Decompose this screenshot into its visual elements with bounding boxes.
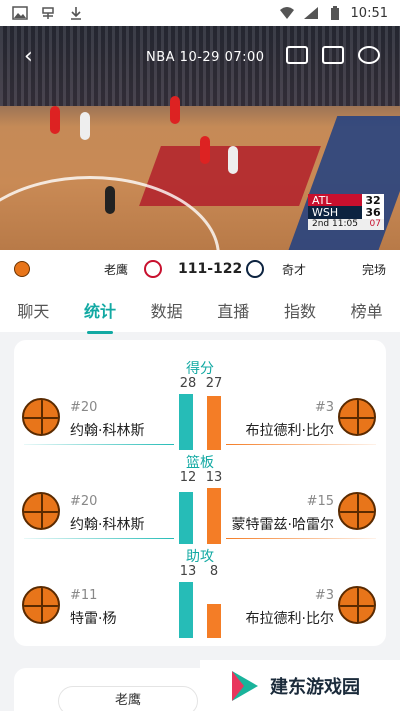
home-player-name[interactable]: 约翰·科林斯 <box>70 514 144 534</box>
player-avatar[interactable] <box>338 492 376 530</box>
player-avatar[interactable] <box>338 398 376 436</box>
video-player-figure <box>170 96 180 124</box>
tab-chat[interactable]: 聊天 <box>13 292 53 328</box>
share-icon[interactable] <box>358 46 380 64</box>
app-icon <box>42 7 54 19</box>
back-icon[interactable]: ‹ <box>24 44 33 69</box>
match-summary: 老鹰 111-122 奇才 完场 <box>0 250 400 288</box>
video-toolbar <box>286 46 380 64</box>
match-status: 完场 <box>361 262 386 277</box>
home-stat-bar <box>179 492 193 544</box>
match-score: 111-122 <box>178 261 243 277</box>
video-player-figure <box>105 186 115 214</box>
home-stat-bar <box>179 394 193 450</box>
home-stat-bar <box>179 582 193 638</box>
video-title: NBA 10-29 07:00 <box>146 50 265 65</box>
video-player-figure <box>80 112 90 140</box>
status-time: 10:51 <box>350 5 388 21</box>
stat-section-rebounds: 篮板 12 13 #20 约翰·科林斯 #15 蒙特雷兹·哈雷尔 <box>14 452 386 546</box>
home-team-name[interactable]: 老鹰 <box>104 261 128 278</box>
stat-title: 助攻 <box>186 549 214 565</box>
video-player-figure <box>50 106 60 134</box>
divider <box>24 538 174 539</box>
away-stat-value: 27 <box>205 376 223 391</box>
team-pill[interactable]: 老鹰 <box>58 686 198 711</box>
basketball-icon <box>14 261 30 277</box>
home-stat-value: 12 <box>179 470 197 485</box>
stat-section-points: 得分 28 27 #20 约翰·科林斯 #3 布拉德利·比尔 <box>14 358 386 452</box>
divider <box>226 444 376 445</box>
video-player-figure <box>200 136 210 164</box>
video-crowd <box>0 26 400 106</box>
stat-title: 篮板 <box>186 455 214 471</box>
status-bar: 10:51 <box>0 0 400 26</box>
tab-bar: 聊天 统计 数据 直播 指数 榜单 <box>0 288 400 334</box>
pip-icon[interactable] <box>286 46 308 64</box>
scoreboard-shot-clock: 07 <box>369 219 381 229</box>
video-player[interactable]: ‹ NBA 10-29 07:00 ATL 32 WSH 36 2nd 11:0… <box>0 26 400 250</box>
divider <box>24 444 174 445</box>
home-stat-value: 13 <box>179 564 197 579</box>
watermark: 建东游戏园 <box>200 660 400 711</box>
away-stat-value: 13 <box>205 470 223 485</box>
battery-icon <box>330 6 339 20</box>
player-avatar[interactable] <box>22 398 60 436</box>
cast-icon[interactable] <box>322 46 344 64</box>
tab-rankings[interactable]: 榜单 <box>347 292 387 328</box>
home-player-name[interactable]: 约翰·科林斯 <box>70 420 144 440</box>
away-stat-bar <box>207 604 221 638</box>
tab-stats[interactable]: 统计 <box>80 292 120 334</box>
away-player-name[interactable]: 布拉德利·比尔 <box>246 608 334 628</box>
home-team-logo[interactable] <box>144 260 162 278</box>
scoreboard: ATL 32 WSH 36 2nd 11:05 07 <box>308 193 384 230</box>
player-avatar[interactable] <box>338 586 376 624</box>
away-stat-value: 8 <box>209 564 219 579</box>
away-stat-bar <box>207 488 221 544</box>
away-player-number: #3 <box>314 588 334 603</box>
stat-title: 得分 <box>186 361 214 377</box>
tab-odds[interactable]: 指数 <box>280 292 320 328</box>
home-player-number: #11 <box>70 588 98 603</box>
stat-section-assists: 助攻 13 8 #11 特雷·杨 #3 布拉德利·比尔 <box>14 546 386 640</box>
tab-data[interactable]: 数据 <box>147 292 187 328</box>
away-stat-bar <box>207 396 221 450</box>
scoreboard-away-points: 36 <box>362 205 384 219</box>
tab-live[interactable]: 直播 <box>213 292 253 328</box>
download-icon <box>71 7 81 20</box>
watermark-text: 建东游戏园 <box>270 676 360 698</box>
leaders-card: 得分 28 27 #20 约翰·科林斯 #3 布拉德利·比尔 篮板 12 13 … <box>14 340 386 646</box>
home-stat-value: 28 <box>179 376 197 391</box>
away-player-name[interactable]: 蒙特雷兹·哈雷尔 <box>232 514 334 534</box>
signal-icon <box>303 7 318 19</box>
player-avatar[interactable] <box>22 492 60 530</box>
wifi-icon <box>279 7 294 19</box>
away-team-logo[interactable] <box>246 260 264 278</box>
home-player-name[interactable]: 特雷·杨 <box>70 608 116 628</box>
away-player-name[interactable]: 布拉德利·比尔 <box>246 420 334 440</box>
scoreboard-period: 2nd 11:05 <box>312 219 358 229</box>
video-player-figure <box>228 146 238 174</box>
watermark-logo-icon <box>232 670 258 701</box>
away-team-name[interactable]: 奇才 <box>282 261 306 278</box>
away-player-number: #15 <box>306 494 334 509</box>
image-icon <box>12 6 28 20</box>
scoreboard-away-team: WSH <box>308 205 362 219</box>
home-player-number: #20 <box>70 494 98 509</box>
divider <box>226 538 376 539</box>
away-player-number: #3 <box>314 400 334 415</box>
player-avatar[interactable] <box>22 586 60 624</box>
home-player-number: #20 <box>70 400 98 415</box>
